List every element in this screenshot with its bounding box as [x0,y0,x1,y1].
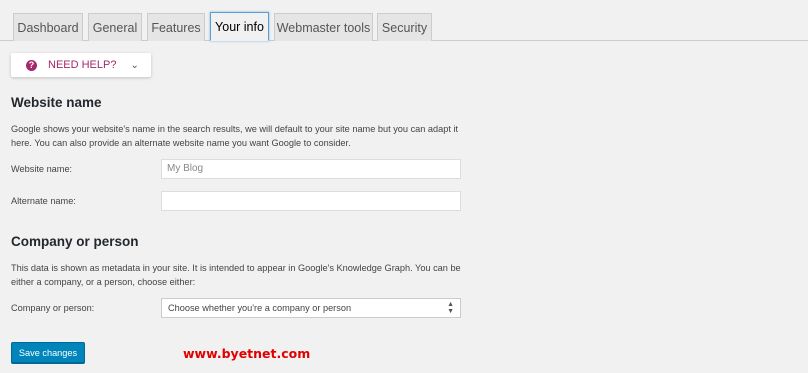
tab-security[interactable]: Security [377,13,432,41]
company-person-select-value: Choose whether you're a company or perso… [168,303,352,313]
tab-dashboard[interactable]: Dashboard [13,13,83,41]
tab-your-info[interactable]: Your info [210,12,269,41]
company-person-heading: Company or person [11,234,139,249]
need-help-button[interactable]: ? NEED HELP? ⌄ [11,53,151,77]
alternate-name-label: Alternate name: [11,196,76,206]
chevron-down-icon: ⌄ [130,59,139,71]
tab-features[interactable]: Features [147,13,205,41]
tab-general[interactable]: General [88,13,142,41]
select-arrow-icon: ▲ ▼ [447,301,454,315]
alternate-name-field[interactable] [161,191,461,211]
question-icon: ? [26,59,37,71]
company-person-description: This data is shown as metadata in your s… [11,263,461,287]
website-name-label: Website name: [11,164,73,174]
website-name-description: Google shows your website's name in the … [11,124,459,148]
website-name-field[interactable]: My Blog [161,159,461,179]
watermark-text: www.byetnet.com [183,346,311,361]
save-changes-button[interactable]: Save changes [11,342,85,363]
need-help-label: NEED HELP? [48,59,117,71]
company-person-select[interactable]: Choose whether you're a company or perso… [161,298,461,318]
tab-bar: Dashboard General Features Your info Web… [0,0,808,41]
website-name-heading: Website name [11,95,102,110]
company-person-label: Company or person: [11,303,95,313]
tab-webmaster-tools[interactable]: Webmaster tools [274,13,373,41]
settings-page: Dashboard General Features Your info Web… [0,0,808,373]
